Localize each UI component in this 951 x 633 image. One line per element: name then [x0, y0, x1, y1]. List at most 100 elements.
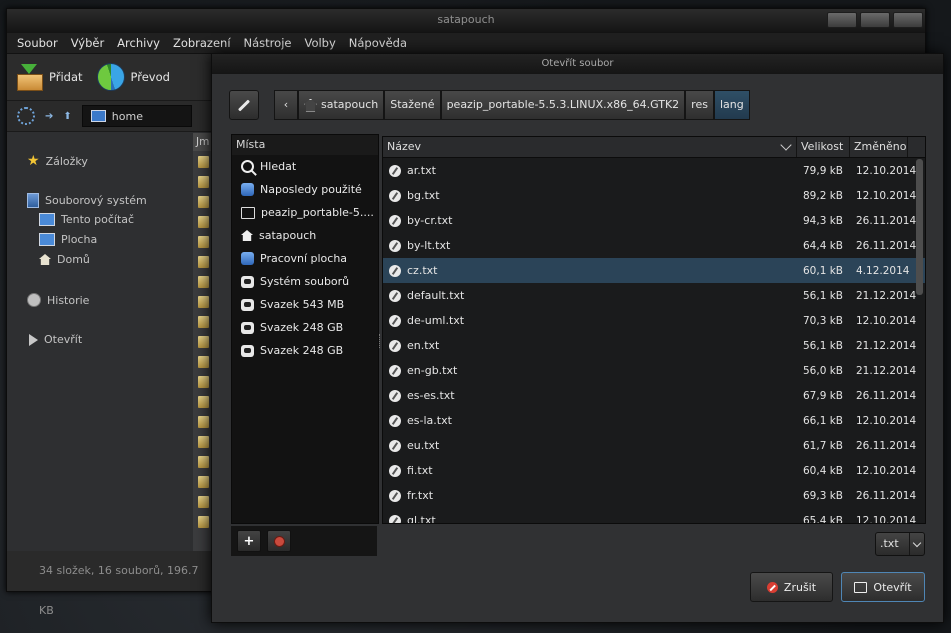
- sidebar-item-filesystem[interactable]: Souborový systém: [27, 193, 147, 208]
- file-row[interactable]: de-uml.txt 70,3 kB 12.10.2014: [383, 308, 925, 333]
- path-crumb-peazip[interactable]: peazip_portable-5.5.3.LINUX.x86_64.GTK2: [440, 90, 686, 120]
- place-filesystem[interactable]: Systém souborů: [232, 270, 378, 293]
- sidebar-item-label: Historie: [47, 293, 90, 307]
- file-size: 69,3 kB: [803, 489, 844, 502]
- file-row[interactable]: en-gb.txt 56,0 kB 21.12.2014: [383, 358, 925, 383]
- menu-view[interactable]: Zobrazení: [173, 36, 231, 50]
- open-button[interactable]: Otevřít: [841, 572, 925, 602]
- file-row[interactable]: cz.txt 60,1 kB 4.12.2014: [383, 258, 925, 283]
- folder-icon[interactable]: [198, 436, 209, 448]
- path-crumb-home[interactable]: satapouch: [298, 90, 385, 120]
- place-peazip-folder[interactable]: peazip_portable-5....: [232, 201, 378, 224]
- folder-icon[interactable]: [198, 376, 209, 388]
- folder-icon[interactable]: [198, 416, 209, 428]
- file-size: 60,4 kB: [803, 464, 844, 477]
- path-crumb-lang[interactable]: lang: [713, 90, 750, 120]
- folder-icon[interactable]: [198, 456, 209, 468]
- cancel-button[interactable]: Zrušit: [750, 572, 833, 602]
- text-file-icon: [389, 514, 401, 523]
- sidebar-item-bookmarks[interactable]: ★ Záložky: [27, 153, 88, 169]
- file-row[interactable]: default.txt 56,1 kB 21.12.2014: [383, 283, 925, 308]
- file-row[interactable]: gl.txt 65,4 kB 12.10.2014: [383, 508, 925, 523]
- place-volume-248gb-1[interactable]: Svazek 248 GB: [232, 316, 378, 339]
- menu-file[interactable]: Soubor: [17, 36, 58, 50]
- path-crumb-res[interactable]: res: [685, 90, 714, 120]
- folder-icon[interactable]: [198, 476, 209, 488]
- file-row[interactable]: es-es.txt 67,9 kB 26.11.2014: [383, 383, 925, 408]
- sidebar-item-desktop[interactable]: Plocha: [39, 233, 97, 246]
- edit-location-button[interactable]: [229, 90, 259, 120]
- places-header: Místa: [232, 135, 378, 155]
- folder-icon[interactable]: [198, 196, 209, 208]
- folder-icon[interactable]: [198, 496, 209, 508]
- open-folder-icon: [854, 581, 868, 593]
- place-search[interactable]: Hledat: [232, 155, 378, 178]
- maximize-button[interactable]: [860, 12, 890, 28]
- file-name: ar.txt: [407, 164, 436, 177]
- place-volume-543mb[interactable]: Svazek 543 MB: [232, 293, 378, 316]
- forward-arrow-icon[interactable]: ➔: [45, 111, 53, 122]
- sidebar-item-history[interactable]: Historie: [27, 293, 89, 307]
- sidebar-item-open[interactable]: Otevřít: [29, 333, 82, 346]
- remove-place-button[interactable]: [267, 530, 291, 552]
- path-crumb-downloads[interactable]: Stažené: [384, 90, 441, 120]
- menu-help[interactable]: Nápověda: [349, 36, 407, 50]
- sidebar-item-this-computer[interactable]: Tento počítač: [39, 213, 134, 226]
- folder-icon[interactable]: [198, 316, 209, 328]
- file-name: en.txt: [407, 339, 440, 352]
- place-volume-248gb-2[interactable]: Svazek 248 GB: [232, 339, 378, 362]
- folder-icon[interactable]: [198, 156, 209, 168]
- file-row[interactable]: fi.txt 60,4 kB 12.10.2014: [383, 458, 925, 483]
- file-size: 70,3 kB: [803, 314, 844, 327]
- scrollbar[interactable]: [916, 159, 923, 295]
- up-arrow-icon[interactable]: ⬆: [63, 111, 71, 122]
- file-name-cell: default.txt: [383, 289, 797, 302]
- add-button[interactable]: Přidat: [15, 64, 83, 91]
- folder-icon[interactable]: [198, 176, 209, 188]
- minimize-button[interactable]: [827, 12, 857, 28]
- folder-icon[interactable]: [198, 296, 209, 308]
- path-back-button[interactable]: ‹: [274, 90, 298, 120]
- file-row[interactable]: ar.txt 79,9 kB 12.10.2014: [383, 158, 925, 183]
- convert-icon: [96, 63, 125, 91]
- file-row[interactable]: bg.txt 89,2 kB 12.10.2014: [383, 183, 925, 208]
- folder-icon[interactable]: [198, 256, 209, 268]
- column-size[interactable]: Velikost: [797, 137, 850, 157]
- file-row[interactable]: en.txt 56,1 kB 21.12.2014: [383, 333, 925, 358]
- gear-icon[interactable]: [17, 107, 35, 125]
- folder-icon[interactable]: [198, 516, 209, 528]
- sidebar-item-home[interactable]: Domů: [39, 253, 90, 266]
- address-field[interactable]: home: [81, 105, 192, 127]
- menu-archives[interactable]: Archivy: [117, 36, 160, 50]
- place-recent[interactable]: Naposledy použité: [232, 178, 378, 201]
- text-file-icon: [389, 489, 401, 502]
- folder-icon[interactable]: [198, 396, 209, 408]
- place-label: Svazek 248 GB: [260, 344, 344, 357]
- place-home[interactable]: satapouch: [232, 224, 378, 247]
- folder-icon[interactable]: [198, 336, 209, 348]
- folder-icon[interactable]: [198, 216, 209, 228]
- file-row[interactable]: by-lt.txt 64,4 kB 26.11.2014: [383, 233, 925, 258]
- column-modified[interactable]: Změněno: [850, 137, 908, 157]
- folder-icon[interactable]: [198, 236, 209, 248]
- convert-button[interactable]: Převod: [96, 63, 170, 91]
- file-row[interactable]: es-la.txt 66,1 kB 12.10.2014: [383, 408, 925, 433]
- place-desktop[interactable]: Pracovní plocha: [232, 247, 378, 270]
- drive-icon: [241, 275, 254, 288]
- file-name-cell: ar.txt: [383, 164, 797, 177]
- column-name[interactable]: Název: [383, 137, 797, 157]
- file-row[interactable]: by-cr.txt 94,3 kB 26.11.2014: [383, 208, 925, 233]
- close-button[interactable]: [893, 12, 923, 28]
- folder-icon[interactable]: [198, 276, 209, 288]
- menu-selection[interactable]: Výběr: [71, 36, 104, 50]
- sidebar-item-label: Plocha: [61, 233, 98, 246]
- file-type-filter[interactable]: .txt: [875, 532, 925, 556]
- menu-options[interactable]: Volby: [304, 36, 335, 50]
- add-place-button[interactable]: +: [237, 530, 261, 552]
- cancel-icon: [766, 581, 778, 593]
- file-name: es-la.txt: [407, 414, 452, 427]
- menu-tools[interactable]: Nástroje: [244, 36, 292, 50]
- file-row[interactable]: fr.txt 69,3 kB 26.11.2014: [383, 483, 925, 508]
- file-row[interactable]: eu.txt 61,7 kB 26.11.2014: [383, 433, 925, 458]
- folder-icon[interactable]: [198, 356, 209, 368]
